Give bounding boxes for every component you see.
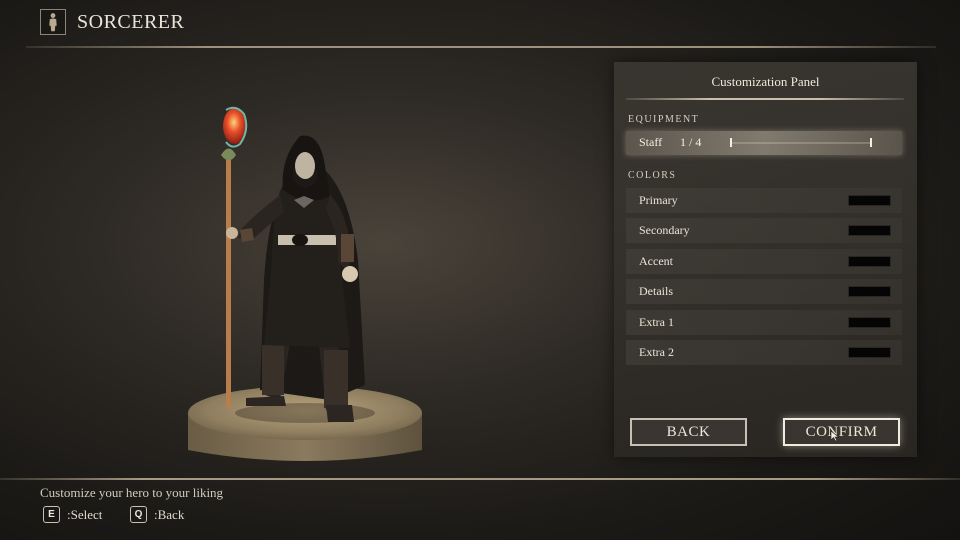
back-button[interactable]: BACK <box>630 418 747 446</box>
color-swatch[interactable] <box>848 256 891 267</box>
equipment-row-staff[interactable]: Staff 1 / 4 <box>626 131 902 155</box>
equipment-selector-track[interactable] <box>730 138 872 147</box>
color-name: Details <box>639 284 673 298</box>
color-row-accent[interactable]: Accent <box>626 249 902 274</box>
header-bar: SORCERER <box>0 0 960 48</box>
color-row-extra-2[interactable]: Extra 2 <box>626 340 902 365</box>
key-hint-label: :Back <box>154 507 185 522</box>
color-swatch[interactable] <box>848 225 891 236</box>
character-silhouette-icon <box>40 9 66 35</box>
character-preview <box>180 100 430 470</box>
footer-divider <box>0 478 960 480</box>
mouse-cursor-icon <box>830 430 840 442</box>
key-hint-label: :Select <box>67 507 103 522</box>
equipment-name: Staff <box>639 135 663 149</box>
header-divider <box>26 46 936 48</box>
equipment-count: 1 / 4 <box>680 135 702 149</box>
color-row-primary[interactable]: Primary <box>626 188 902 213</box>
panel-title-divider <box>626 98 904 100</box>
color-row-extra-1[interactable]: Extra 1 <box>626 310 902 335</box>
color-swatch[interactable] <box>848 195 891 206</box>
color-row-details[interactable]: Details <box>626 279 902 304</box>
color-name: Extra 1 <box>639 315 674 329</box>
color-swatch[interactable] <box>848 317 891 328</box>
color-swatch[interactable] <box>848 347 891 358</box>
color-name: Primary <box>639 193 678 207</box>
key-q-icon: Q <box>130 506 147 523</box>
class-title: SORCERER <box>77 11 185 33</box>
panel-title: Customization Panel <box>711 74 820 89</box>
key-e-icon: E <box>43 506 60 523</box>
selector-tick-end <box>870 138 872 147</box>
staff-shaft <box>226 150 231 408</box>
color-row-secondary[interactable]: Secondary <box>626 218 902 243</box>
confirm-button[interactable]: CONFIRM <box>783 418 900 446</box>
color-name: Secondary <box>639 223 690 237</box>
color-swatch[interactable] <box>848 286 891 297</box>
customization-panel: Customization Panel EQUIPMENT Staff 1 / … <box>614 62 917 457</box>
color-name: Accent <box>639 254 673 268</box>
equipment-section-label: EQUIPMENT <box>628 114 700 125</box>
colors-section-label: COLORS <box>628 170 677 181</box>
color-name: Extra 2 <box>639 345 674 359</box>
selector-tick-start <box>730 138 732 147</box>
footer-hint: Customize your hero to your liking <box>40 485 224 500</box>
